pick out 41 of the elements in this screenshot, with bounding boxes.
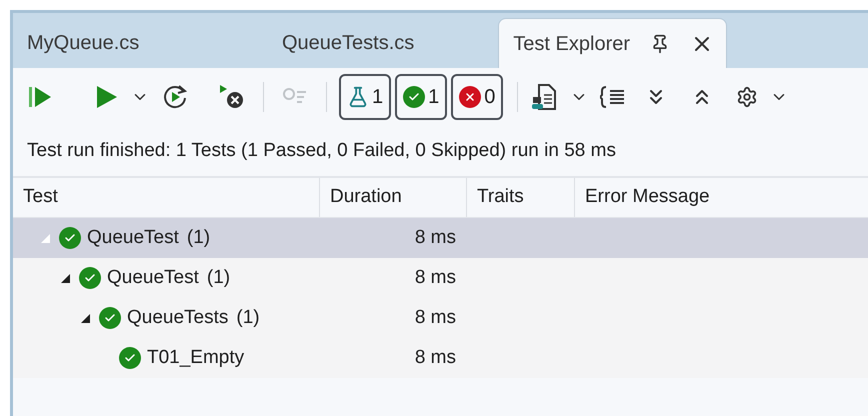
column-header[interactable]: Duration xyxy=(319,178,466,217)
test-count: (1) xyxy=(206,266,230,290)
document-tab[interactable]: MyQueue.cs xyxy=(13,18,268,68)
expand-triangle-icon[interactable] xyxy=(80,314,90,322)
filter-button[interactable]: 1 xyxy=(395,74,448,120)
duration-cell-text: 8 ms xyxy=(414,226,456,250)
test-name: QueueTests xyxy=(127,306,228,330)
passed-icon xyxy=(79,267,101,289)
test-name: QueueTest xyxy=(107,266,199,290)
document-tab[interactable]: Test Explorer xyxy=(498,18,728,68)
flask-icon xyxy=(347,86,369,108)
passed-icon xyxy=(403,86,426,108)
duration-cell-text: 8 ms xyxy=(414,266,456,290)
tree-row[interactable]: QueueTest (1) 8 ms xyxy=(13,218,868,258)
column-header[interactable]: Traits xyxy=(466,178,574,217)
expand-triangle-icon[interactable] xyxy=(60,274,70,282)
column-header[interactable]: Test xyxy=(13,178,319,217)
test-name: QueueTest xyxy=(87,226,179,250)
test-name: T01_Empty xyxy=(147,346,244,370)
run-cancel-icon[interactable] xyxy=(217,83,245,111)
passed-icon xyxy=(99,307,121,329)
passed-icon xyxy=(59,227,81,249)
tree-row[interactable]: QueueTest (1) 8 ms xyxy=(13,258,868,298)
duration-cell-text: 8 ms xyxy=(414,306,456,330)
rerun-icon[interactable] xyxy=(161,83,189,111)
status-message: Test run finished: 1 Tests (1 Passed, 0 Failed, 0 Skipped) run in 58 ms xyxy=(27,138,616,163)
column-header[interactable]: Error Message xyxy=(574,178,868,217)
group-by-icon[interactable] xyxy=(600,85,626,109)
filter-button[interactable]: 0 xyxy=(451,74,504,120)
failed-icon xyxy=(459,86,482,108)
test-count: (1) xyxy=(236,306,260,330)
tree-row[interactable]: T01_Empty 8 ms xyxy=(13,338,868,378)
test-count: (1) xyxy=(186,226,210,250)
filter-button[interactable]: 1 xyxy=(339,74,392,120)
tree-row[interactable]: QueueTests (1) 8 ms xyxy=(13,298,868,338)
run-all-icon[interactable] xyxy=(27,84,53,110)
settings-icon[interactable] xyxy=(736,86,758,108)
duration-cell-text: 8 ms xyxy=(414,346,456,370)
passed-icon xyxy=(119,347,141,369)
document-tab[interactable]: QueueTests.cs xyxy=(268,18,414,68)
playlist-icon[interactable] xyxy=(532,83,558,111)
